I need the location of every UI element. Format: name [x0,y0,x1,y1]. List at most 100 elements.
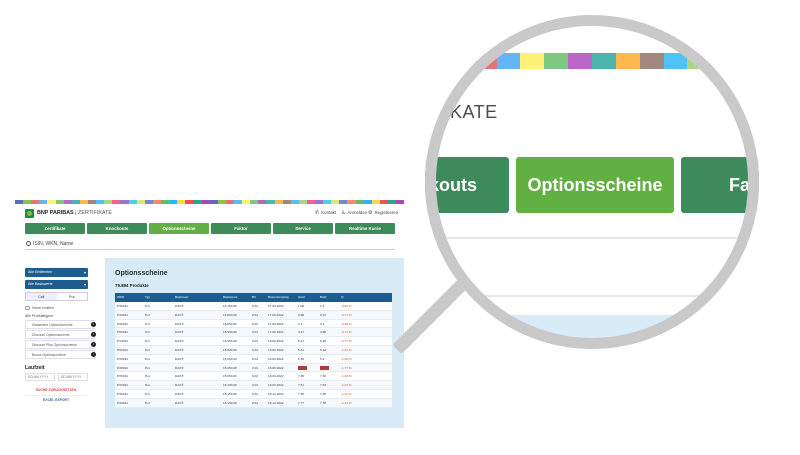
brand-name[interactable]: BNP PARIBAS | ZERTIFIKATE [37,210,112,216]
product-count: 79.884 Produkte [115,283,149,288]
table-row[interactable]: PX0021 Put DAX® 15.050,00 0,01 16.09.2022 5,36… [115,355,392,364]
stripe-segment [258,200,267,204]
website-screenshot: BNP PARIBAS | ZERTIFIKATE ✆ Kontakt ♙ Anme… [15,200,404,428]
kontakt-link[interactable]: ✆ Kontakt [315,210,336,216]
stripe-segment [735,53,759,69]
produkttyp-item[interactable]: Discount Plus Optionsscheine i [25,340,96,349]
heute-emittiert-toggle[interactable]: Heute emittiert [25,305,90,311]
table-cell: 16.950,00 [223,339,237,344]
kontakt-label: Kontakt [321,210,337,215]
nav-realtime-kurse[interactable]: Realtime Kurse [335,223,395,234]
table-cell: 0,01 [252,383,259,388]
brand-label: BNP PARIBAS [37,210,74,216]
table-cell: 16.850,00 [223,321,237,326]
stripe-segment [160,200,170,204]
date-to-input[interactable]: DD.MM.YYYY [58,373,88,381]
produkttyp-item[interactable]: Klassische Optionsscheine i [25,320,96,329]
search-input[interactable]: ISIN, WKN, Name [25,238,395,250]
table-cell: 0,01 [252,356,259,361]
info-icon[interactable]: i [91,332,96,337]
table-cell: 0,01 [252,330,259,335]
anmelden-link[interactable]: ♙ Anmelden [341,210,367,216]
column-header[interactable]: Basiswert [173,293,221,302]
reset-search-button[interactable]: SUCHE ZURÜCKSETZEN [25,386,87,395]
stripe-segment [282,200,291,204]
table-cell: 0,01 [252,347,259,352]
info-icon[interactable]: i [91,352,96,357]
stripe-segment [112,200,121,204]
table-row[interactable]: PX0021 Put DAX® 15.050,00 0,01 16.09.2022 7,35… [115,372,392,382]
table-cell: PX0021 [117,312,129,317]
stripe-segment [185,200,194,204]
table-cell: DAX® [175,383,184,388]
produkttyp-item[interactable]: Discount Optionsscheine i [25,330,96,339]
table-cell: 7,66 [320,391,327,396]
table-row[interactable]: PX0021 Put DAX® 16.950,00 0,01 16.09.2022 5,27… [115,337,392,346]
nav-zertifikate[interactable]: Zertifikate [25,223,85,234]
table-cell: 16.900,00 [223,330,237,335]
table-cell: DAX® [175,339,184,344]
emittent-select[interactable]: Alle Emittenten [25,268,88,277]
date-from-input[interactable]: DD.MM.YYYY [25,373,55,381]
table-row[interactable]: PX0021 Put DAX® 15.150,00 0,01 16.12.2022 7,77… [115,398,392,408]
table-cell [318,364,339,372]
table-row[interactable]: PX0021 Put DAX® 16.750,00 0,01 17.06.2022 1,08… [115,302,392,311]
call-option[interactable]: Call [26,293,57,300]
table-row[interactable]: PX0021 Put DAX® 16.800,00 0,01 17.06.2022 0,98… [115,310,392,320]
basiswert-select[interactable]: Alle Basiswerte [25,280,88,289]
page-title: Optionsscheine [115,270,168,277]
put-option[interactable]: Put [57,293,88,300]
table-cell: 5,32 [320,347,327,352]
nav-knockouts[interactable]: Knockouts [87,223,147,234]
column-header[interactable]: Bewertungstag [266,293,296,302]
stripe-segment [274,200,283,204]
main-nav: Zertifikate Knockouts Optionsscheine Fak… [25,223,395,234]
table-cell: Put [145,330,150,335]
table-row[interactable]: PX0021 Put DAX® 16.850,00 0,01 17.06.2022 3,1 3… [115,320,392,329]
stripe-segment [15,200,24,204]
anmelden-label: Anmelden [347,210,368,215]
table-row[interactable]: PX0021 Put DAX® 15.150,00 0,01 16.12.2022 7,65… [115,390,392,399]
search-icon [26,241,31,246]
table-cell: 3,1 [298,321,303,326]
table-cell: 0,01 [252,400,259,405]
user-icon: ♙ [341,210,346,216]
stripe-segment [193,200,202,204]
registrieren-link[interactable]: ⚙ Registrieren [368,210,398,216]
info-icon[interactable]: i [91,322,96,327]
nav-service[interactable]: Service [273,223,333,234]
table-row[interactable]: PX0021 Put DAX® 15.050,00 0,01 16.09.2022 -1,7… [115,363,392,373]
column-header[interactable]: WKN [115,293,143,302]
registrieren-label: Registrieren [374,210,399,215]
stripe-segment [290,200,299,204]
table-row[interactable]: PX0021 Put DAX® 15.000,00 0,01 16.09.2022 5,31… [115,345,392,355]
table-cell: PX0021 [117,374,129,379]
column-header[interactable]: Brief [318,293,339,302]
table-row[interactable]: PX0021 Put DAX® 16.900,00 0,01 17.06.2022 3,27… [115,328,392,338]
column-header[interactable]: Typ [143,293,173,302]
nav-optionsscheine[interactable]: Optionsscheine [149,223,209,234]
table-cell: 0,01 [252,374,259,379]
table-cell: Put [145,400,150,405]
excel-export-button[interactable]: EXCEL EXPORT [25,395,87,404]
info-icon[interactable]: i [91,342,96,347]
filter-sidebar: Alle Emittenten Alle Basiswerte Call Put… [25,268,96,428]
column-header[interactable]: Basispreis [221,293,250,302]
table-cell: DAX® [175,304,184,308]
table-cell: 16.09.2022 [268,365,284,370]
table-cell: 7,53 [320,383,327,388]
table-cell: Put [145,339,150,344]
table-cell: 0,98 [298,312,305,317]
column-header[interactable]: % [339,293,379,302]
table-cell: DAX® [175,374,184,379]
column-header[interactable]: BV [250,293,266,302]
produkttyp-item[interactable]: Bonus Optionsscheine i [25,350,96,359]
produkttyp-label: Discount Plus Optionsscheine [32,343,78,347]
table-cell: 16.12.2022 [268,391,284,396]
table-row[interactable]: PX0021 Put DAX® 15.100,00 0,01 16.09.2022 7,51… [115,381,392,390]
stripe-segment [120,200,129,204]
table-cell: 16.12.2022 [268,400,284,405]
column-header[interactable]: Geld [296,293,318,302]
table-cell: 16.09.2022 [268,356,284,361]
nav-faktor[interactable]: Faktor [211,223,271,234]
